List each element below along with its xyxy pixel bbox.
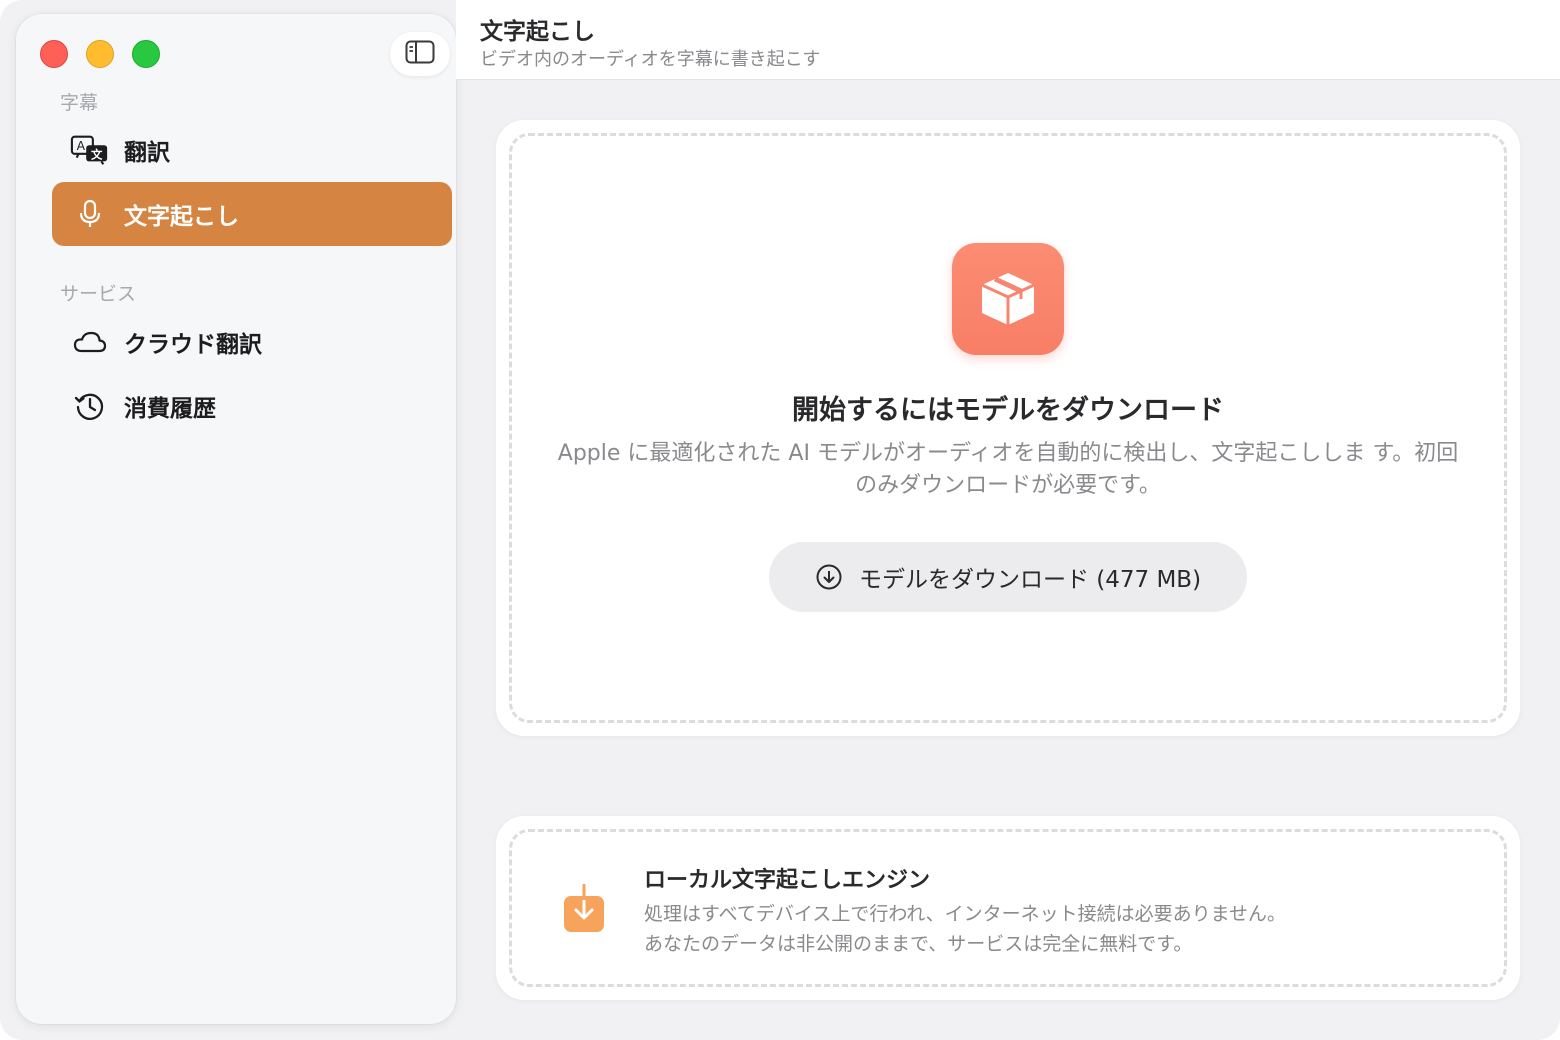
model-download-card: 開始するにはモデルをダウンロード Apple に最適化された AI モデルがオー…: [496, 120, 1520, 736]
dashed-border: [509, 133, 1507, 723]
download-button-label: モデルをダウンロード (477 MB): [858, 567, 1202, 593]
svg-text:文: 文: [91, 148, 103, 162]
close-window-button[interactable]: [40, 40, 68, 68]
sidebar-item-transcription[interactable]: 文字起こし: [52, 182, 452, 246]
page-subtitle: ビデオ内のオーディオを字幕に書き起こす: [480, 49, 821, 70]
translate-icon: A 文: [70, 134, 110, 166]
engine-description-line: 処理はすべてデバイス上で行われ、インターネット接続は必要ありません。: [644, 903, 1287, 925]
engine-description-line: あなたのデータは非公開のままで、サービスは完全に無料です。: [644, 933, 1193, 955]
package-box-icon: [952, 243, 1064, 355]
zoom-window-button[interactable]: [132, 40, 160, 68]
engine-title: ローカル文字起こしエンジン: [644, 868, 931, 893]
download-circle-icon: [815, 563, 843, 591]
download-model-button[interactable]: モデルをダウンロード (477 MB): [769, 542, 1247, 612]
history-icon: [70, 390, 110, 422]
sidebar-item-usage-history[interactable]: 消費履歴: [52, 374, 452, 438]
microphone-icon: [70, 199, 110, 229]
card-description: Apple に最適化された AI モデルがオーディオを自動的に検出し、文字起こし…: [557, 441, 1459, 498]
page-header: 文字起こし ビデオ内のオーディオを字幕に書き起こす: [456, 0, 1560, 80]
sidebar-item-label: 消費履歴: [124, 396, 216, 422]
sidebar-toggle-icon: [405, 40, 435, 68]
download-tray-icon: [562, 882, 606, 934]
svg-text:A: A: [77, 139, 86, 153]
cloud-icon: [70, 330, 110, 354]
engine-description: 処理はすべてデバイス上で行われ、インターネット接続は必要ありません。 あなたのデ…: [644, 899, 1286, 959]
card-title: 開始するにはモデルをダウンロード: [792, 395, 1224, 426]
sidebar-item-label: クラウド翻訳: [124, 332, 262, 358]
section-label-subtitles: 字幕: [60, 92, 99, 114]
minimize-window-button[interactable]: [86, 40, 114, 68]
section-label-services: サービス: [60, 283, 137, 305]
sidebar-item-label: 翻訳: [124, 140, 170, 166]
sidebar-item-label: 文字起こし: [124, 204, 239, 230]
sidebar-item-cloud-translate[interactable]: クラウド翻訳: [52, 310, 452, 374]
local-engine-card: ローカル文字起こしエンジン 処理はすべてデバイス上で行われ、インターネット接続は…: [496, 816, 1520, 1000]
sidebar: 字幕 A 文 翻訳 文字起こし サービス クラウド翻訳 消費履歴: [16, 14, 456, 1024]
sidebar-toggle-button[interactable]: [390, 32, 450, 76]
app-window: 字幕 A 文 翻訳 文字起こし サービス クラウド翻訳 消費履歴 文字起こし ビ…: [0, 0, 1560, 1040]
page-title: 文字起こし: [480, 19, 595, 45]
sidebar-item-translate[interactable]: A 文 翻訳: [52, 118, 452, 182]
